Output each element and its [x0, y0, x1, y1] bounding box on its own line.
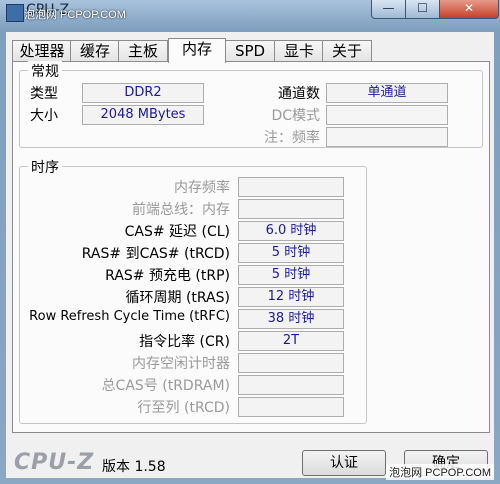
tab-memory[interactable]: 内存	[168, 38, 226, 63]
memory-tab-panel: 常规 类型 DDR2 大小 2048 MBytes 通道数 单通道 DC模式 注…	[12, 61, 490, 433]
timing-label: 指令比率 (CR)	[139, 334, 230, 350]
minimize-button[interactable]: —	[371, 0, 406, 19]
timing-value: 12 时钟	[238, 287, 344, 307]
dc-mode-value	[326, 105, 448, 125]
maximize-button[interactable]: ☐	[405, 0, 440, 19]
timing-value	[238, 375, 344, 395]
channel-value: 单通道	[326, 83, 448, 103]
note-frequency-label: 注：频率	[264, 130, 320, 146]
watermark-bottom: 泡泡网 PCPOP.COM	[386, 464, 494, 480]
timings-group: 时序 内存频率 前端总线：内存 CAS# 延迟 (CL) 6.0 时钟 RAS#…	[19, 157, 367, 424]
size-label: 大小	[30, 108, 58, 124]
timing-label: 循环周期 (tRAS)	[125, 290, 231, 306]
minimize-icon: —	[382, 1, 395, 15]
general-group: 常规 类型 DDR2 大小 2048 MBytes 通道数 单通道 DC模式 注…	[19, 61, 483, 148]
timing-label: 内存频率	[174, 180, 230, 196]
timing-value: 5 时钟	[238, 243, 344, 263]
timing-label: 总CAS号 (tRDRAM)	[101, 378, 230, 394]
app-icon	[6, 4, 24, 22]
timing-value: 5 时钟	[238, 265, 344, 285]
timing-value: 2T	[238, 331, 344, 351]
size-value: 2048 MBytes	[82, 105, 204, 125]
close-icon: ✕	[463, 1, 475, 15]
timing-label: 前端总线：内存	[132, 202, 230, 218]
timing-label: 内存空闲计时器	[132, 356, 230, 372]
timing-label: CAS# 延迟 (CL)	[124, 224, 230, 240]
tab-mainboard[interactable]: 主板	[118, 40, 168, 61]
validate-button[interactable]: 认证	[302, 450, 386, 476]
cpuz-logo: CPU-Z	[14, 450, 95, 475]
timing-value	[238, 353, 344, 373]
timing-label: Row Refresh Cycle Time (tRFC)	[29, 309, 230, 324]
close-button[interactable]: ✕	[439, 0, 499, 19]
maximize-icon: ☐	[417, 1, 428, 15]
timing-label: RAS# 预充电 (tRP)	[105, 268, 230, 284]
note-frequency-value	[326, 127, 448, 147]
tab-about[interactable]: 关于	[322, 40, 372, 61]
channel-label: 通道数	[278, 86, 320, 102]
tab-processor[interactable]: 处理器	[12, 40, 72, 61]
timings-group-title: 时序	[28, 157, 62, 177]
version-text: 版本 1.58	[102, 459, 166, 475]
timing-value	[238, 177, 344, 197]
timing-value	[238, 199, 344, 219]
timing-label: RAS# 到CAS# (tRCD)	[81, 246, 230, 262]
cpuz-window: CPU-Z 泡泡网 PCPOP.COM — ☐ ✕ 处理器 缓存 主板 内存 S…	[0, 0, 500, 484]
tab-cache[interactable]: 缓存	[70, 40, 120, 61]
watermark-top: 泡泡网 PCPOP.COM	[24, 9, 126, 21]
tab-graphics[interactable]: 显卡	[274, 40, 324, 61]
timing-value: 6.0 时钟	[238, 221, 344, 241]
timing-value	[238, 397, 344, 417]
timing-value: 38 时钟	[238, 309, 344, 329]
type-label: 类型	[30, 86, 58, 102]
dc-mode-label: DC模式	[271, 108, 320, 124]
type-value: DDR2	[82, 83, 204, 103]
general-group-title: 常规	[28, 61, 62, 81]
timing-label: 行至列 (tRCD)	[137, 400, 230, 416]
tab-spd[interactable]: SPD	[224, 40, 276, 61]
title-bar[interactable]: CPU-Z 泡泡网 PCPOP.COM — ☐ ✕	[0, 0, 500, 30]
client-area: 处理器 缓存 主板 内存 SPD 显卡 关于 常规 类型 DDR2 大小 204…	[6, 32, 494, 478]
